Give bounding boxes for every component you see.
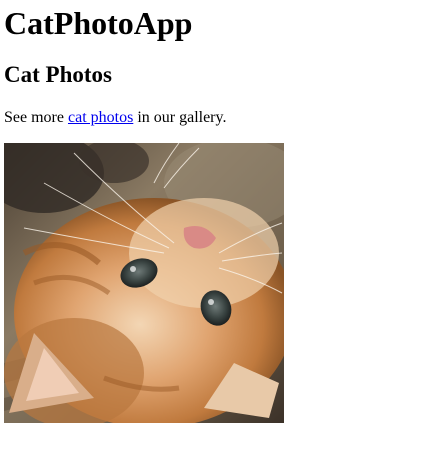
intro-suffix: in our gallery.	[133, 109, 227, 126]
catphotoapp-page: CatPhotoApp Cat Photos See more cat phot…	[0, 0, 424, 454]
cat-photo-illustration	[4, 143, 284, 423]
intro-prefix: See more	[4, 109, 68, 126]
intro-paragraph: See more cat photos in our gallery.	[4, 108, 226, 128]
section-title: Cat Photos	[4, 62, 112, 87]
cat-photo	[4, 143, 284, 423]
cat-photos-link[interactable]: cat photos	[68, 109, 133, 126]
app-title: CatPhotoApp	[4, 5, 193, 41]
